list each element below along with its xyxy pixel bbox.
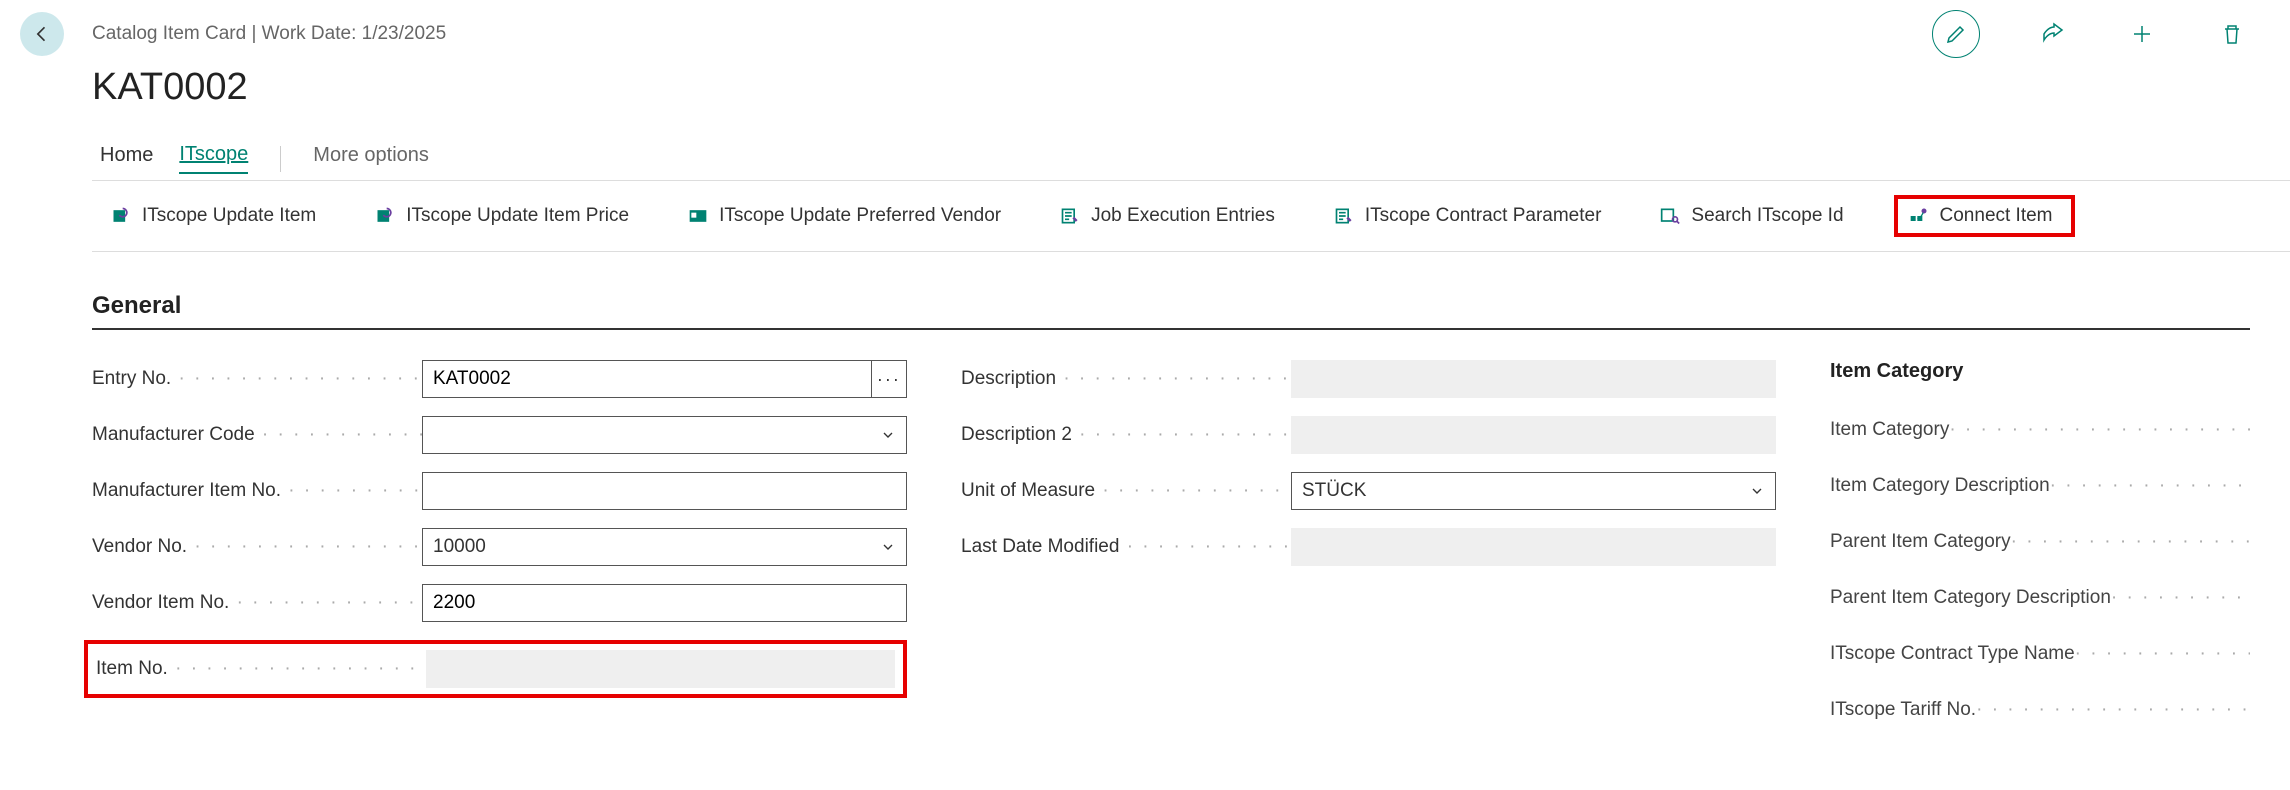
select-uom[interactable]: STÜCK — [1291, 472, 1776, 510]
refresh-box-icon — [110, 206, 132, 226]
side-item-category-desc[interactable]: Item Category Description — [1830, 467, 2250, 505]
readonly-item-no — [426, 650, 895, 688]
label-description: Description — [961, 368, 1291, 390]
action-search-id[interactable]: Search ITscope Id — [1651, 201, 1851, 231]
list-edit-icon — [1333, 206, 1355, 226]
field-vendor-item-no: Vendor Item No. — [92, 584, 907, 622]
tab-home[interactable]: Home — [100, 144, 153, 173]
plus-icon — [2130, 22, 2154, 46]
new-button[interactable] — [2124, 16, 2160, 52]
label-last-modified: Last Date Modified — [961, 536, 1291, 558]
side-parent-item-category[interactable]: Parent Item Category — [1830, 523, 2250, 561]
tab-itscope[interactable]: ITscope — [179, 143, 248, 174]
label-manufacturer-item-no: Manufacturer Item No. — [92, 480, 422, 502]
select-manufacturer-code[interactable] — [422, 416, 907, 454]
label-entry-no: Entry No. — [92, 368, 422, 390]
field-vendor-no: Vendor No. 10000 — [92, 528, 907, 566]
input-entry-no[interactable] — [422, 360, 872, 398]
side-item-category[interactable]: Item Category — [1830, 411, 2250, 449]
chevron-down-icon — [1749, 483, 1765, 499]
chevron-down-icon — [880, 427, 896, 443]
list-edit-icon — [1059, 206, 1081, 226]
arrow-left-icon — [32, 24, 52, 44]
action-update-price[interactable]: ITscope Update Item Price — [366, 201, 637, 231]
delete-button[interactable] — [2214, 16, 2250, 52]
label-item-no: Item No. — [96, 658, 426, 680]
field-manufacturer-code: Manufacturer Code — [92, 416, 907, 454]
side-parent-item-category-desc[interactable]: Parent Item Category Description — [1830, 579, 2250, 617]
field-manufacturer-item-no: Manufacturer Item No. — [92, 472, 907, 510]
connect-icon — [1908, 206, 1930, 226]
readonly-last-modified — [1291, 528, 1776, 566]
label-vendor-no: Vendor No. — [92, 536, 422, 558]
field-description: Description — [961, 360, 1776, 398]
readonly-description — [1291, 360, 1776, 398]
share-button[interactable] — [2034, 16, 2070, 52]
field-description2: Description 2 — [961, 416, 1776, 454]
action-update-item[interactable]: ITscope Update Item — [102, 201, 324, 231]
field-entry-no: Entry No. ··· — [92, 360, 907, 398]
share-icon — [2040, 22, 2064, 46]
action-update-vendor[interactable]: ITscope Update Preferred Vendor — [679, 201, 1009, 231]
action-contract-param[interactable]: ITscope Contract Parameter — [1325, 201, 1610, 231]
field-uom: Unit of Measure STÜCK — [961, 472, 1776, 510]
tabs-divider — [280, 146, 281, 172]
pencil-icon — [1944, 22, 1968, 46]
side-tariff-no[interactable]: ITscope Tariff No. — [1830, 691, 2250, 729]
input-manufacturer-item-no[interactable] — [422, 472, 907, 510]
section-general-title: General — [92, 292, 2290, 320]
label-description2: Description 2 — [961, 424, 1291, 446]
action-job-entries[interactable]: Job Execution Entries — [1051, 201, 1283, 231]
more-options[interactable]: More options — [313, 144, 429, 173]
label-manufacturer-code: Manufacturer Code — [92, 424, 422, 446]
side-heading-item-category: Item Category — [1830, 360, 2250, 383]
refresh-box-icon — [374, 206, 396, 226]
card-icon — [687, 206, 709, 226]
breadcrumb: Catalog Item Card | Work Date: 1/23/2025 — [92, 23, 446, 45]
label-uom: Unit of Measure — [961, 480, 1291, 502]
edit-button[interactable] — [1932, 10, 1980, 58]
field-last-modified: Last Date Modified — [961, 528, 1776, 566]
page-title: KAT0002 — [0, 58, 2290, 109]
search-list-icon — [1659, 206, 1681, 226]
field-item-no: Item No. — [84, 640, 907, 698]
readonly-description2 — [1291, 416, 1776, 454]
back-button[interactable] — [20, 12, 64, 56]
assist-entry-no[interactable]: ··· — [872, 360, 907, 398]
select-vendor-no[interactable]: 10000 — [422, 528, 907, 566]
side-contract-type[interactable]: ITscope Contract Type Name — [1830, 635, 2250, 673]
chevron-down-icon — [880, 539, 896, 555]
action-connect-item[interactable]: Connect Item — [1894, 195, 2075, 237]
label-vendor-item-no: Vendor Item No. — [92, 592, 422, 614]
input-vendor-item-no[interactable] — [422, 584, 907, 622]
trash-icon — [2220, 22, 2244, 46]
